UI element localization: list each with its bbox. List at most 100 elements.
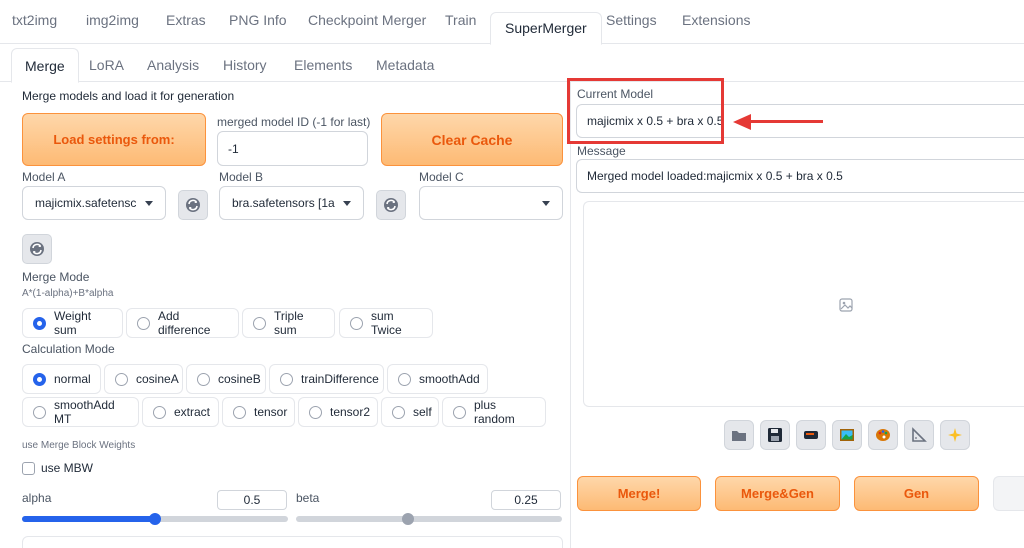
refresh-icon [186, 198, 200, 212]
radio-tensor[interactable]: tensor [222, 397, 295, 427]
refresh-model-c-button[interactable] [22, 234, 52, 264]
radio-label: Add difference [158, 309, 211, 337]
tab-png-info[interactable]: PNG Info [229, 12, 287, 28]
palette-icon [876, 429, 890, 441]
use-mbw-checkbox[interactable] [22, 462, 35, 475]
send-to-extras-button[interactable] [904, 420, 934, 450]
alpha-slider-thumb[interactable] [149, 513, 161, 525]
radio-dot [137, 316, 150, 330]
overflow-button[interactable] [993, 476, 1024, 511]
tab-txt2img[interactable]: txt2img [12, 12, 57, 28]
sub-tab-bar: Merge LoRA Analysis History Elements Met… [0, 47, 1024, 83]
radio-weight-sum[interactable]: Weight sum [22, 308, 123, 338]
radio-self[interactable]: self [381, 397, 439, 427]
radio-label: smoothAdd [419, 372, 480, 386]
radio-tensor2[interactable]: tensor2 [298, 397, 378, 427]
merge-heading: Merge models and load it for generation [22, 89, 235, 103]
alpha-slider[interactable] [22, 513, 288, 525]
merge-button[interactable]: Merge! [577, 476, 701, 511]
tab-img2img[interactable]: img2img [86, 12, 139, 28]
tab-settings[interactable]: Settings [606, 12, 657, 28]
radio-dot [309, 405, 322, 419]
beta-label: beta [296, 491, 320, 505]
alpha-input[interactable]: 0.5 [217, 490, 287, 510]
save-icon [768, 428, 782, 442]
merged-id-input[interactable]: -1 [217, 131, 368, 166]
radio-label: Triple sum [274, 309, 304, 337]
sparkle-button[interactable] [940, 420, 970, 450]
subtab-elements[interactable]: Elements [294, 57, 352, 73]
radio-label: extract [174, 405, 211, 419]
next-section-box [22, 536, 563, 548]
subtab-history[interactable]: History [223, 57, 267, 73]
tab-extras[interactable]: Extras [166, 12, 206, 28]
tab-supermerger[interactable]: SuperMerger [490, 12, 602, 45]
merge-mode-formula: A*(1-alpha)+B*alpha [22, 288, 114, 299]
calc-mode-label: Calculation Mode [22, 342, 115, 356]
subtab-lora[interactable]: LoRA [89, 57, 124, 73]
model-c-dropdown[interactable] [419, 186, 563, 220]
merged-id-label: merged model ID (-1 for last) [217, 115, 371, 129]
beta-input[interactable]: 0.25 [491, 490, 561, 510]
ruler-icon [912, 427, 927, 442]
radio-dot [392, 405, 405, 419]
message-label: Message [577, 144, 626, 158]
merge-and-gen-button[interactable]: Merge&Gen [715, 476, 840, 511]
tab-checkpoint-merger[interactable]: Checkpoint Merger [308, 12, 426, 28]
image-output-area [583, 201, 1024, 407]
send-to-img2img-button[interactable] [832, 420, 862, 450]
column-divider [570, 82, 571, 548]
radio-cosineb[interactable]: cosineB [186, 364, 266, 394]
clear-cache-button[interactable]: Clear Cache [381, 113, 563, 166]
radio-plus-random[interactable]: plus random [442, 397, 546, 427]
subtab-analysis[interactable]: Analysis [147, 57, 199, 73]
send-to-inpaint-button[interactable] [868, 420, 898, 450]
radio-label: normal [54, 372, 91, 386]
radio-dot [398, 372, 411, 386]
model-a-value: majicmix.safetensc [35, 196, 137, 210]
save-button[interactable] [760, 420, 790, 450]
beta-slider[interactable] [296, 513, 562, 525]
alpha-slider-fill [22, 516, 155, 522]
radio-triple-sum[interactable]: Triple sum [242, 308, 335, 338]
beta-slider-thumb[interactable] [401, 513, 414, 525]
load-settings-button[interactable]: Load settings from: [22, 113, 206, 166]
radio-add-difference[interactable]: Add difference [126, 308, 239, 338]
radio-traindifference[interactable]: trainDifference [269, 364, 384, 394]
model-a-label: Model A [22, 170, 66, 184]
refresh-model-a-button[interactable] [178, 190, 208, 220]
radio-extract[interactable]: extract [142, 397, 219, 427]
gen-button[interactable]: Gen [854, 476, 979, 511]
radio-sum-twice[interactable]: sum Twice [339, 308, 433, 338]
highlight-box [567, 78, 724, 144]
zip-icon [804, 431, 818, 439]
tab-train[interactable]: Train [445, 12, 476, 28]
radio-label: tensor [254, 405, 288, 419]
radio-dot [350, 316, 363, 330]
refresh-icon [30, 242, 44, 256]
model-b-dropdown[interactable]: bra.safetensors [1a [219, 186, 364, 220]
image-icon [840, 429, 854, 441]
radio-dot [153, 405, 166, 419]
refresh-icon [384, 198, 398, 212]
use-mbw-label: use MBW [41, 461, 94, 475]
chevron-down-icon [542, 200, 550, 206]
refresh-model-b-button[interactable] [376, 190, 406, 220]
subtab-merge[interactable]: Merge [11, 48, 79, 83]
chevron-down-icon [343, 200, 351, 206]
radio-label: cosineB [218, 372, 261, 386]
radio-dot [33, 372, 46, 386]
message-field: Merged model loaded:majicmix x 0.5 + bra… [576, 159, 1024, 193]
radio-smoothadd-mt[interactable]: smoothAdd MT [22, 397, 139, 427]
radio-cosinea[interactable]: cosineA [104, 364, 183, 394]
radio-smoothadd[interactable]: smoothAdd [387, 364, 488, 394]
subtab-metadata[interactable]: Metadata [376, 57, 434, 73]
model-b-label: Model B [219, 170, 264, 184]
tab-extensions[interactable]: Extensions [682, 12, 750, 28]
radio-label: smoothAdd MT [54, 398, 115, 426]
model-a-dropdown[interactable]: majicmix.safetensc [22, 186, 166, 220]
open-folder-button[interactable] [724, 420, 754, 450]
zip-button[interactable] [796, 420, 826, 450]
radio-label: tensor2 [330, 405, 371, 419]
radio-normal[interactable]: normal [22, 364, 101, 394]
